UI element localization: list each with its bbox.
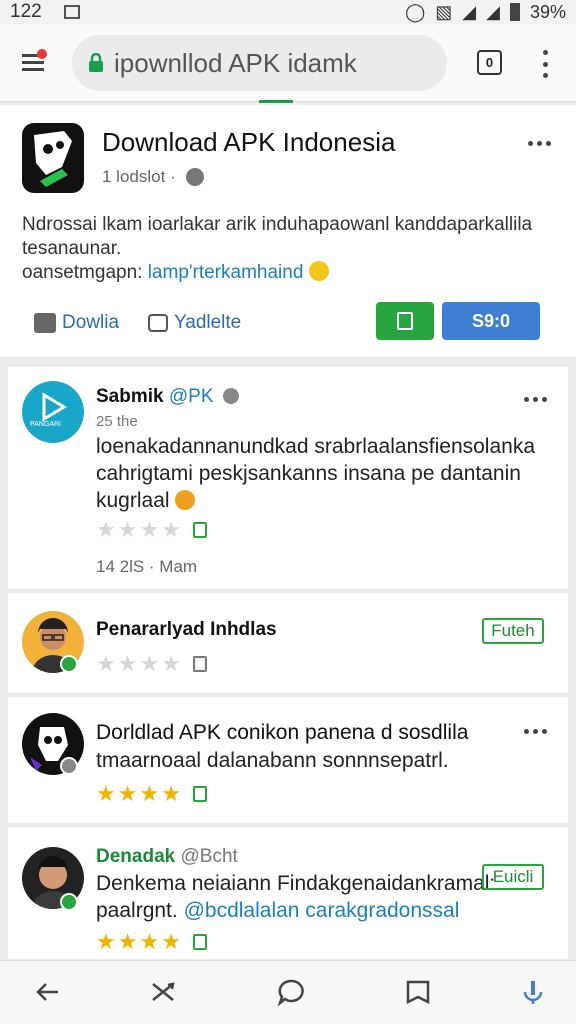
post-text-line: Ndrossai lkam ioarlakar arik induhapaowa…	[22, 214, 533, 259]
post-link[interactable]: lamp'rterkamhaind	[148, 262, 304, 283]
star-icon: ★	[96, 651, 116, 676]
comment-author[interactable]: Sabmik @PK	[96, 386, 239, 408]
star-icon: ★	[117, 781, 138, 806]
reply-icon[interactable]	[192, 786, 207, 802]
battery-percent: 39%	[529, 1, 566, 22]
page-load-indicator	[259, 100, 293, 103]
avatar-label: PANGARI	[30, 421, 61, 428]
address-bar[interactable]: ipownllod APK idamk	[72, 35, 447, 91]
post-body: Ndrossai lkam ioarlakar arik induhapaowa…	[22, 213, 552, 285]
comment-link[interactable]: @bcdlalalan carakgradonssal	[184, 899, 460, 922]
comment-card: PANGARI Sabmik @PK 25 the loenakadannanu…	[8, 367, 568, 589]
thumbs-up-icon	[34, 313, 56, 333]
star-icon: ★	[161, 781, 181, 806]
reply-icon[interactable]	[192, 522, 207, 538]
comment-body: Denkema neiaiann Findakgenaidankramal: p…	[96, 870, 496, 924]
microphone-icon[interactable]	[518, 977, 548, 1007]
author-handle: @PK	[168, 386, 214, 407]
author-name: Denadak	[96, 846, 176, 867]
post-title[interactable]: Download APK Indonesia	[102, 127, 395, 158]
comment-author[interactable]: Denadak @Bcht	[96, 846, 238, 868]
heart-emoji-icon	[175, 490, 196, 510]
app-logo-icon	[22, 123, 84, 193]
rating-stars: ★ ★ ★ ★	[96, 929, 207, 955]
vibrate-icon: ▧	[435, 1, 453, 22]
main-post: Download APK Indonesia 1 lodslot · Ndros…	[0, 105, 576, 357]
comment-icon	[148, 314, 168, 332]
star-icon: ★	[117, 929, 138, 954]
post-text-prefix: oansetmgapn:	[22, 262, 143, 283]
lock-icon	[89, 53, 103, 72]
author-name: Sabmik	[96, 386, 164, 407]
star-icon: ★	[96, 517, 116, 542]
star-icon: ★	[139, 781, 160, 806]
gallery-notification-icon	[63, 5, 80, 19]
smile-emoji-icon	[308, 261, 329, 281]
reply-icon[interactable]	[192, 656, 207, 672]
follow-button[interactable]: Euicli	[482, 864, 544, 890]
close-tab-icon[interactable]	[148, 977, 178, 1007]
back-arrow-icon[interactable]	[32, 977, 62, 1007]
rating-stars: ★ ★ ★ ★	[96, 517, 207, 543]
bookmark-icon	[397, 312, 413, 330]
rating-stars: ★ ★ ★ ★	[96, 781, 207, 807]
comment-more-button[interactable]	[524, 397, 547, 402]
comment-more-button[interactable]	[524, 729, 547, 734]
like-label: Dowlia	[62, 312, 120, 333]
star-icon: ★	[96, 929, 116, 954]
signal-icon: ◢	[486, 1, 500, 22]
star-icon: ★	[139, 517, 160, 542]
notification-menu-icon[interactable]	[20, 48, 48, 76]
alarm-icon: ◯	[405, 1, 426, 22]
wifi-icon: ◢	[462, 1, 477, 22]
star-icon: ★	[161, 517, 181, 542]
comment-card: Dorldlad APK conikon panena d sosdlila t…	[8, 697, 568, 823]
comment-time: 14 2lS · Mam	[96, 557, 198, 576]
post-meta: 1 lodslot ·	[102, 167, 204, 187]
star-icon: ★	[139, 651, 160, 676]
comment-button[interactable]: Yadlelte	[148, 312, 241, 334]
comment-body: loenakadannanundkad srabrlaalansfiensola…	[96, 433, 551, 514]
star-icon: ★	[96, 781, 116, 806]
follow-button[interactable]: Futeh	[482, 618, 544, 644]
status-time: 122	[10, 1, 42, 22]
comment-sub: 25 the	[96, 413, 138, 430]
star-icon: ★	[139, 929, 160, 954]
globe-icon	[185, 168, 204, 186]
avatar[interactable]: PANGARI	[22, 381, 84, 443]
author-handle: @Bcht	[180, 846, 238, 867]
online-badge-icon	[60, 655, 78, 673]
book-icon[interactable]	[403, 977, 433, 1007]
star-icon: ★	[117, 651, 138, 676]
comment-text: loenakadannanundkad srabrlaalansfiensola…	[96, 435, 536, 512]
star-icon: ★	[161, 929, 181, 954]
like-button[interactable]: Dowlia	[34, 312, 119, 334]
post-timestamp: 1 lodslot ·	[102, 167, 176, 186]
bottom-navigation	[0, 960, 576, 1024]
verified-icon	[222, 388, 239, 404]
comment-author[interactable]: Penararlyad Inhdlas	[96, 619, 277, 641]
share-button[interactable]: S9:0	[442, 302, 540, 340]
comment-label: Yadlelte	[174, 312, 242, 333]
save-button[interactable]	[376, 302, 434, 340]
browser-menu-button[interactable]	[543, 50, 549, 78]
browser-toolbar: ipownllod APK idamk 0	[0, 24, 576, 102]
star-icon: ★	[161, 651, 181, 676]
comment-card: Penararlyad Inhdlas ★ ★ ★ ★ Futeh	[8, 593, 568, 693]
comment-author[interactable]: Dorldlad APK conikon panena d sosdlila	[96, 721, 468, 745]
reply-icon[interactable]	[192, 934, 207, 950]
comment-body: tmaarnoaal dalanabann sonnnsepatrl.	[96, 749, 449, 772]
star-icon: ★	[117, 517, 138, 542]
battery-icon	[509, 3, 520, 21]
comment-card: Denadak @Bcht Denkema neiaiann Findakgen…	[8, 827, 568, 959]
rating-stars: ★ ★ ★ ★	[96, 651, 207, 677]
post-more-button[interactable]	[528, 141, 551, 146]
status-bar: 122 ◯ ▧ ◢ ◢ 39%	[0, 0, 576, 24]
online-badge-icon	[60, 893, 78, 911]
status-badge-icon	[60, 757, 78, 775]
tab-switcher-button[interactable]: 0	[477, 50, 502, 75]
url-text: ipownllod APK idamk	[114, 47, 357, 78]
chat-bubble-icon[interactable]	[276, 977, 306, 1007]
